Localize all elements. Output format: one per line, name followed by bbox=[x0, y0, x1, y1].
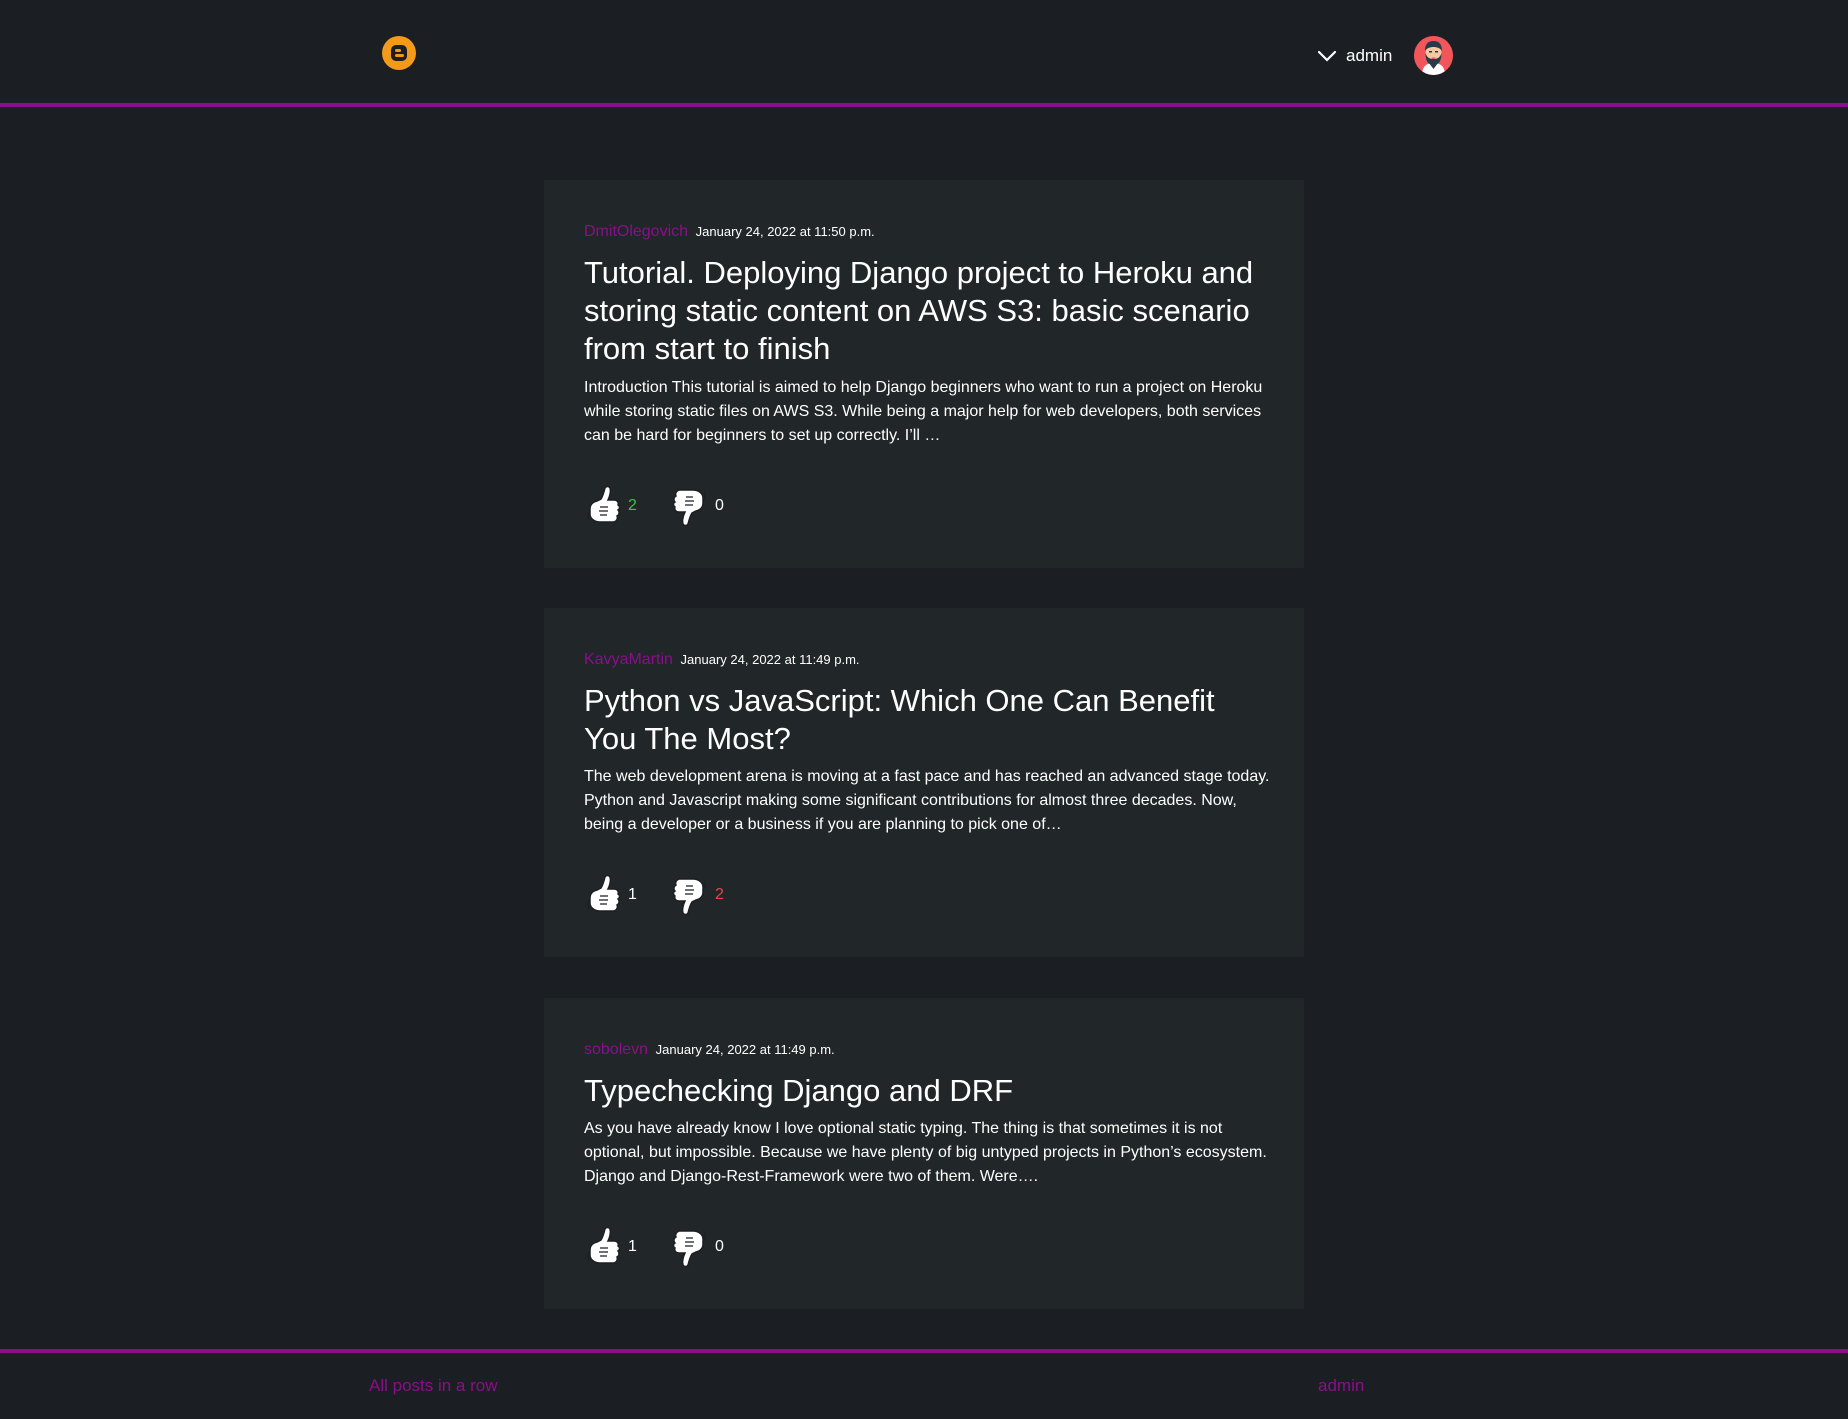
all-posts-link[interactable]: All posts in a row bbox=[369, 1376, 498, 1396]
post-excerpt: Introduction This tutorial is aimed to h… bbox=[584, 379, 1263, 444]
like-button[interactable]: 1 bbox=[584, 874, 648, 916]
dislike-button[interactable]: 0 bbox=[671, 1226, 735, 1268]
thumbs-up-icon bbox=[584, 485, 622, 527]
dislike-button[interactable]: 0 bbox=[671, 485, 735, 527]
blogger-b-icon bbox=[391, 45, 407, 61]
dislike-count: 0 bbox=[715, 1238, 724, 1255]
post-meta: sobolevn January 24, 2022 at 11:49 p.m. bbox=[584, 1041, 835, 1059]
post-card: DmitOlegovich January 24, 2022 at 11:50 … bbox=[544, 180, 1304, 568]
post-title[interactable]: Python vs JavaScript: Which One Can Bene… bbox=[584, 682, 1274, 758]
dislike-button[interactable]: 2 bbox=[671, 874, 735, 916]
like-button[interactable]: 1 bbox=[584, 1226, 648, 1268]
post-meta: KavyaMartin January 24, 2022 at 11:49 p.… bbox=[584, 651, 860, 669]
like-count: 1 bbox=[628, 1238, 637, 1255]
dislike-count: 0 bbox=[715, 497, 724, 514]
avatar[interactable] bbox=[1414, 36, 1453, 75]
post-date: January 24, 2022 at 11:49 p.m. bbox=[655, 1042, 835, 1057]
post-excerpt: As you have already know I love optional… bbox=[584, 1120, 1267, 1185]
blogger-logo-icon[interactable] bbox=[382, 36, 416, 70]
like-count: 1 bbox=[628, 886, 637, 903]
post-title[interactable]: Tutorial. Deploying Django project to He… bbox=[584, 254, 1274, 368]
like-count: 2 bbox=[628, 497, 637, 514]
post-date: January 24, 2022 at 11:50 p.m. bbox=[695, 224, 875, 239]
chevron-down-icon bbox=[1317, 50, 1337, 62]
thumbs-down-icon bbox=[671, 874, 709, 916]
post-author-link[interactable]: KavyaMartin bbox=[584, 651, 673, 668]
post-title[interactable]: Typechecking Django and DRF bbox=[584, 1072, 1274, 1110]
site-footer: All posts in a row admin bbox=[0, 1349, 1848, 1419]
post-votes: 1 2 bbox=[584, 874, 735, 916]
thumbs-down-icon bbox=[671, 485, 709, 527]
post-card: sobolevn January 24, 2022 at 11:49 p.m. … bbox=[544, 998, 1304, 1309]
post-meta: DmitOlegovich January 24, 2022 at 11:50 … bbox=[584, 223, 875, 241]
like-button[interactable]: 2 bbox=[584, 485, 648, 527]
post-votes: 1 0 bbox=[584, 1226, 735, 1268]
footer-admin-link[interactable]: admin bbox=[1318, 1376, 1364, 1396]
post-author-link[interactable]: DmitOlegovich bbox=[584, 223, 688, 240]
post-date: January 24, 2022 at 11:49 p.m. bbox=[680, 652, 860, 667]
post-card: KavyaMartin January 24, 2022 at 11:49 p.… bbox=[544, 608, 1304, 957]
dislike-count: 2 bbox=[715, 886, 724, 903]
post-excerpt: The web development arena is moving at a… bbox=[584, 768, 1270, 833]
bearded-man-avatar-icon bbox=[1414, 36, 1453, 75]
post-author-link[interactable]: sobolevn bbox=[584, 1041, 648, 1058]
site-header: admin bbox=[0, 0, 1848, 107]
user-menu-toggle[interactable]: admin bbox=[1316, 34, 1392, 78]
thumbs-up-icon bbox=[584, 874, 622, 916]
thumbs-up-icon bbox=[584, 1226, 622, 1268]
post-votes: 2 0 bbox=[584, 485, 735, 527]
user-menu-label: admin bbox=[1346, 46, 1393, 65]
thumbs-down-icon bbox=[671, 1226, 709, 1268]
